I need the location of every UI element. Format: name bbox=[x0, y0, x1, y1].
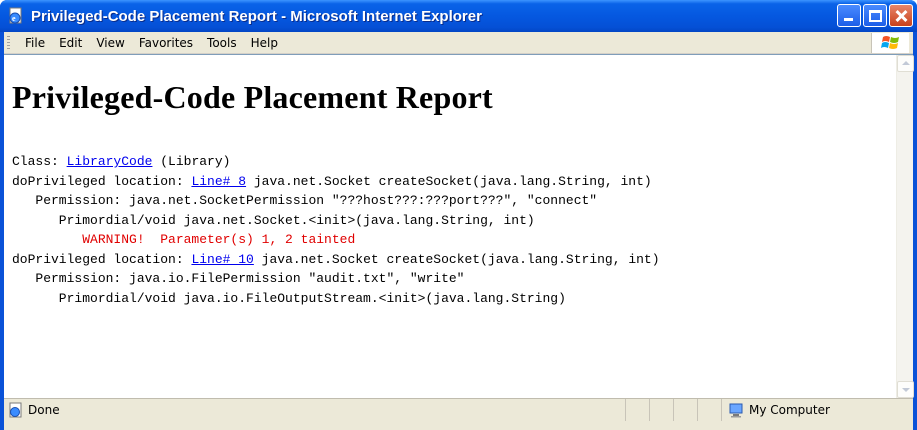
status-cell-2 bbox=[650, 399, 674, 421]
svg-text:e: e bbox=[12, 14, 16, 23]
maximize-icon bbox=[869, 10, 882, 22]
close-icon bbox=[890, 5, 912, 26]
minimize-button[interactable] bbox=[837, 4, 861, 27]
title-bar[interactable]: e Privileged-Code Placement Report - Mic… bbox=[0, 0, 917, 32]
zone-text: My Computer bbox=[749, 403, 830, 417]
warning-line: WARNING! Parameter(s) 1, 2 tainted bbox=[12, 232, 356, 247]
class-suffix: (Library) bbox=[152, 154, 231, 169]
line-link[interactable]: Line# 8 bbox=[191, 174, 246, 189]
security-zone[interactable]: My Computer bbox=[722, 399, 913, 421]
report-body: Class: LibraryCode (Library) doPrivilege… bbox=[12, 152, 892, 308]
status-main: Done bbox=[4, 399, 626, 421]
menu-tools[interactable]: Tools bbox=[200, 33, 244, 53]
menu-favorites[interactable]: Favorites bbox=[132, 33, 200, 53]
status-cell-4 bbox=[698, 399, 722, 421]
status-cell-3 bbox=[674, 399, 698, 421]
permission-line: Permission: java.io.FilePermission "audi… bbox=[12, 271, 465, 286]
chevron-up-icon bbox=[902, 61, 910, 65]
toolbar-grip[interactable] bbox=[7, 35, 10, 50]
chevron-down-icon bbox=[902, 388, 910, 392]
frame-line: Primordial/void java.net.Socket.<init>(j… bbox=[12, 212, 535, 228]
menu-view[interactable]: View bbox=[89, 33, 131, 53]
ie-page-icon: e bbox=[7, 7, 25, 25]
class-link[interactable]: LibraryCode bbox=[67, 154, 153, 169]
vertical-scrollbar[interactable] bbox=[896, 55, 914, 398]
status-text: Done bbox=[28, 403, 60, 417]
maximize-button[interactable] bbox=[863, 4, 887, 27]
frame-line: Primordial/void java.io.FileOutputStream… bbox=[12, 290, 566, 306]
location-method: java.net.Socket createSocket(java.lang.S… bbox=[253, 251, 660, 267]
report-page: Privileged-Code Placement Report Class: … bbox=[12, 55, 892, 395]
class-label: Class: bbox=[12, 154, 67, 169]
browser-window: e Privileged-Code Placement Report - Mic… bbox=[0, 0, 917, 430]
menu-bar: File Edit View Favorites Tools Help bbox=[4, 32, 913, 54]
minimize-icon bbox=[844, 18, 853, 21]
close-button[interactable] bbox=[889, 4, 913, 27]
menu-help[interactable]: Help bbox=[244, 33, 285, 53]
page-title: Privileged-Code Placement Report bbox=[12, 79, 493, 115]
line-link[interactable]: Line# 10 bbox=[191, 252, 253, 267]
status-cell-1 bbox=[626, 399, 650, 421]
location-label: doPrivileged location: bbox=[12, 173, 192, 189]
window-title: Privileged-Code Placement Report - Micro… bbox=[31, 7, 482, 25]
menu-edit[interactable]: Edit bbox=[52, 33, 89, 53]
location-label: doPrivileged location: bbox=[12, 251, 192, 267]
my-computer-icon bbox=[728, 402, 744, 418]
menu-file[interactable]: File bbox=[18, 33, 52, 53]
window-controls bbox=[837, 4, 913, 27]
status-bar: Done My Computer bbox=[4, 398, 913, 430]
scroll-down-button[interactable] bbox=[897, 381, 914, 398]
done-page-icon bbox=[8, 402, 24, 418]
location-method: java.net.Socket createSocket(java.lang.S… bbox=[246, 173, 652, 189]
windows-logo-icon bbox=[871, 33, 909, 53]
page-content[interactable]: Privileged-Code Placement Report Class: … bbox=[4, 54, 914, 398]
scroll-up-button[interactable] bbox=[897, 55, 914, 72]
permission-line: Permission: java.net.SocketPermission "?… bbox=[12, 193, 598, 208]
